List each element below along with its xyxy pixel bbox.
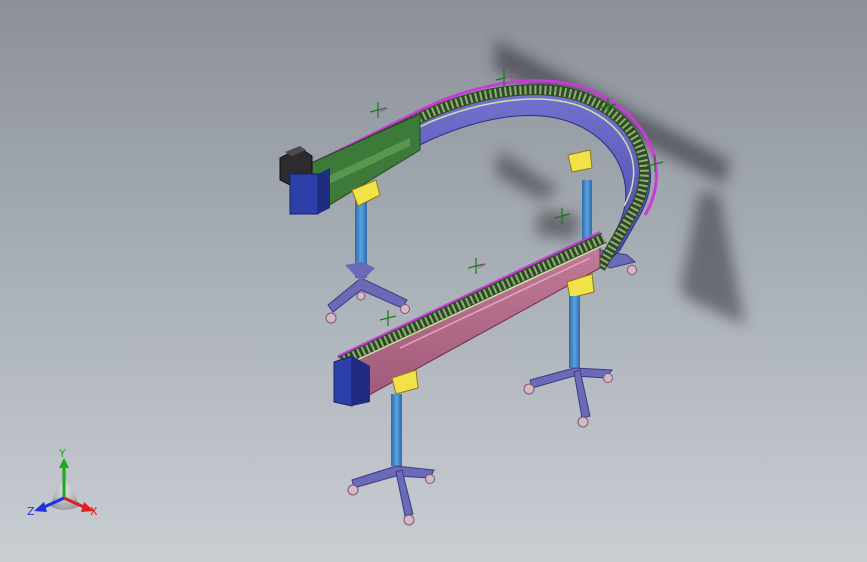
triad-x-label: X	[90, 505, 98, 518]
leg-rear-left[interactable]	[325, 200, 410, 324]
conveyor-model[interactable]	[0, 0, 867, 562]
triad-y-label: Y	[59, 447, 66, 460]
drive-motor[interactable]	[279, 146, 330, 215]
orientation-triad[interactable]: Y X Z	[24, 448, 104, 522]
graphics-viewport[interactable]: Y X Z	[0, 0, 867, 562]
tail-end-cap[interactable]	[333, 355, 370, 407]
leg-front-left[interactable]	[347, 394, 435, 526]
triad-z-label: Z	[27, 505, 35, 518]
leg-front-right[interactable]	[523, 296, 613, 428]
